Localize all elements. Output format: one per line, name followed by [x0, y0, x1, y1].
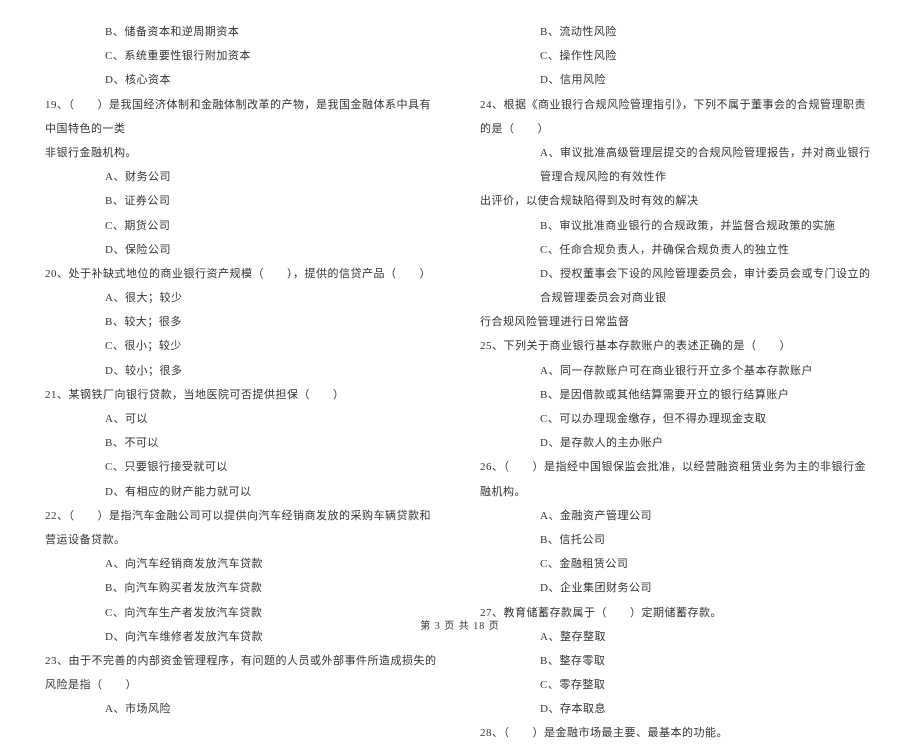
q26-option-c: C、金融租赁公司: [480, 552, 875, 576]
q23-option-a: A、市场风险: [45, 697, 440, 721]
q25-option-c: C、可以办理现金缴存，但不得办理现金支取: [480, 407, 875, 431]
q19-option-c: C、期货公司: [45, 214, 440, 238]
left-column: B、储备资本和逆周期资本 C、系统重要性银行附加资本 D、核心资本 19、（ ）…: [45, 20, 440, 610]
q25-option-b: B、是因借款或其他结算需要开立的银行结算账户: [480, 383, 875, 407]
q20-option-a: A、很大；较少: [45, 286, 440, 310]
q20-option-d: D、较小；很多: [45, 359, 440, 383]
q24-option-b: B、审议批准商业银行的合规政策，并监督合规政策的实施: [480, 214, 875, 238]
q19-option-b: B、证券公司: [45, 189, 440, 213]
q27-option-d: D、存本取息: [480, 697, 875, 721]
q21-stem: 21、某钢铁厂向银行贷款，当地医院可否提供担保（ ）: [45, 383, 440, 407]
q25-option-d: D、是存款人的主办账户: [480, 431, 875, 455]
q24-option-d-line1: D、授权董事会下设的风险管理委员会，审计委员会或专门设立的合规管理委员会对商业银: [480, 262, 875, 310]
q20-option-c: C、很小；较少: [45, 334, 440, 358]
q24-option-a-line2: 出评价，以使合规缺陷得到及时有效的解决: [480, 189, 875, 213]
q25-option-a: A、同一存款账户可在商业银行开立多个基本存款账户: [480, 359, 875, 383]
q21-option-b: B、不可以: [45, 431, 440, 455]
q19-option-a: A、财务公司: [45, 165, 440, 189]
q20-stem: 20、处于补缺式地位的商业银行资产规模（ ），提供的信贷产品（ ）: [45, 262, 440, 286]
q25-stem: 25、下列关于商业银行基本存款账户的表述正确的是（ ）: [480, 334, 875, 358]
q26-option-a: A、金融资产管理公司: [480, 504, 875, 528]
q22-stem: 22、（ ）是指汽车金融公司可以提供向汽车经销商发放的采购车辆贷款和营运设备贷款…: [45, 504, 440, 552]
q20-option-b: B、较大；很多: [45, 310, 440, 334]
q26-option-d: D、企业集团财务公司: [480, 576, 875, 600]
q21-option-a: A、可以: [45, 407, 440, 431]
q19-stem-line2: 非银行金融机构。: [45, 141, 440, 165]
q24-option-c: C、任命合规负责人，并确保合规负责人的独立性: [480, 238, 875, 262]
right-column: B、流动性风险 C、操作性风险 D、信用风险 24、根据《商业银行合规风险管理指…: [480, 20, 875, 610]
q19-option-d: D、保险公司: [45, 238, 440, 262]
q22-option-b: B、向汽车购买者发放汽车贷款: [45, 576, 440, 600]
q19-stem-line1: 19、（ ）是我国经济体制和金融体制改革的产物，是我国金融体系中具有中国特色的一…: [45, 93, 440, 141]
q18-option-c: C、系统重要性银行附加资本: [45, 44, 440, 68]
q23-option-d: D、信用风险: [480, 68, 875, 92]
two-column-layout: B、储备资本和逆周期资本 C、系统重要性银行附加资本 D、核心资本 19、（ ）…: [45, 20, 875, 610]
q21-option-d: D、有相应的财产能力就可以: [45, 480, 440, 504]
q23-stem: 23、由于不完善的内部资金管理程序，有问题的人员或外部事件所造成损失的风险是指（…: [45, 649, 440, 697]
q23-option-c: C、操作性风险: [480, 44, 875, 68]
q24-option-d-line2: 行合规风险管理进行日常监督: [480, 310, 875, 334]
q28-stem: 28、（ ）是金融市场最主要、最基本的功能。: [480, 721, 875, 745]
q26-option-b: B、信托公司: [480, 528, 875, 552]
q21-option-c: C、只要银行接受就可以: [45, 455, 440, 479]
q18-option-d: D、核心资本: [45, 68, 440, 92]
q27-option-b: B、整存零取: [480, 649, 875, 673]
q26-stem: 26、（ ）是指经中国银保监会批准，以经营融资租赁业务为主的非银行金融机构。: [480, 455, 875, 503]
q27-option-c: C、零存整取: [480, 673, 875, 697]
q18-option-b: B、储备资本和逆周期资本: [45, 20, 440, 44]
q23-option-b: B、流动性风险: [480, 20, 875, 44]
q22-option-a: A、向汽车经销商发放汽车贷款: [45, 552, 440, 576]
page-footer: 第 3 页 共 18 页: [0, 616, 920, 638]
q24-option-a-line1: A、审议批准高级管理层提交的合规风险管理报告，并对商业银行管理合规风险的有效性作: [480, 141, 875, 189]
q24-stem: 24、根据《商业银行合规风险管理指引》，下列不属于董事会的合规管理职责的是（ ）: [480, 93, 875, 141]
